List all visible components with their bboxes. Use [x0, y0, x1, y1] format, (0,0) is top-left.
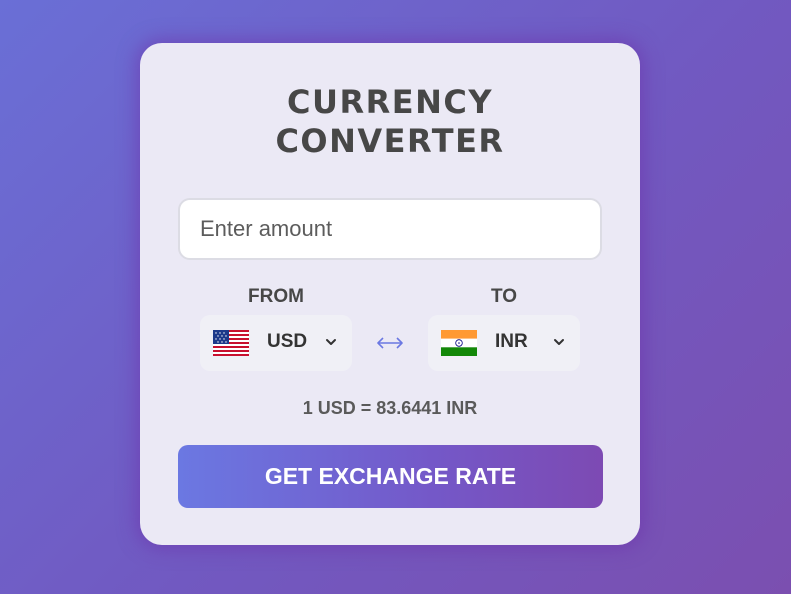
- from-currency-code: USD: [267, 331, 308, 352]
- title-line-2: CONVERTER: [275, 122, 505, 160]
- get-exchange-rate-button[interactable]: GET EXCHANGE RATE: [178, 445, 603, 508]
- amount-input[interactable]: [178, 198, 602, 260]
- title-line-1: CURRENCY: [286, 83, 494, 121]
- india-flag-icon: [441, 330, 477, 356]
- chevron-down-icon: [552, 335, 566, 349]
- converter-card: CURRENCY CONVERTER FROM: [140, 43, 640, 545]
- from-label: FROM: [248, 286, 304, 307]
- page-title: CURRENCY CONVERTER: [140, 83, 640, 161]
- to-currency-select[interactable]: INR: [428, 315, 580, 371]
- from-currency-select[interactable]: USD: [200, 315, 352, 371]
- us-flag-icon: [213, 330, 249, 356]
- chevron-down-icon: [324, 335, 338, 349]
- exchange-rate-text: 1 USD = 83.6441 INR: [302, 398, 478, 418]
- to-label: TO: [490, 286, 518, 307]
- to-currency-code: INR: [495, 331, 528, 352]
- swap-arrows-icon[interactable]: [372, 329, 408, 357]
